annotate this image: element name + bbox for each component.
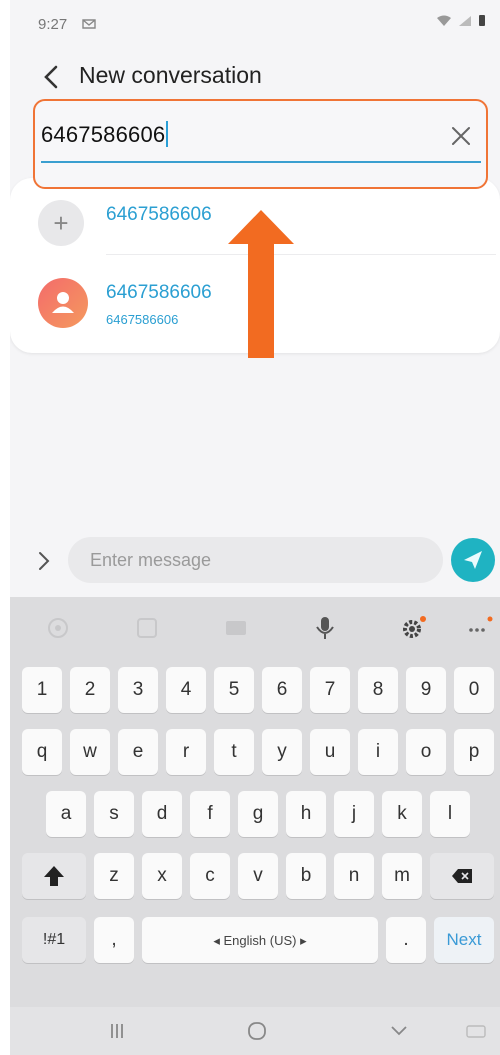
settings-gear-icon[interactable]: [398, 613, 428, 643]
send-button[interactable]: [451, 538, 495, 582]
key-s[interactable]: s: [94, 791, 134, 837]
key-4[interactable]: 4: [166, 667, 206, 713]
key-w[interactable]: w: [70, 729, 110, 775]
space-key[interactable]: ◂ English (US) ▸: [142, 917, 378, 963]
app-header: New conversation: [10, 56, 500, 100]
key-2[interactable]: 2: [70, 667, 110, 713]
next-key[interactable]: Next: [434, 917, 494, 963]
period-key[interactable]: .: [386, 917, 426, 963]
keyboard: 1 2 3 4 5 6 7 8 9 0 q w e r t y u i o p …: [10, 597, 500, 1055]
key-9[interactable]: 9: [406, 667, 446, 713]
contact-name: 6467586606: [106, 282, 212, 303]
back-arrow-icon[interactable]: [38, 62, 64, 92]
recent-apps-icon[interactable]: [107, 1021, 127, 1041]
send-icon: [464, 551, 482, 569]
microphone-icon[interactable]: [310, 613, 340, 643]
key-q[interactable]: q: [22, 729, 62, 775]
key-1[interactable]: 1: [22, 667, 62, 713]
key-x[interactable]: x: [142, 853, 182, 899]
key-l[interactable]: l: [430, 791, 470, 837]
comma-key[interactable]: ,: [94, 917, 134, 963]
key-j[interactable]: j: [334, 791, 374, 837]
message-input[interactable]: [68, 537, 443, 583]
status-time: 9:27: [38, 16, 68, 33]
contact-avatar: [38, 278, 88, 328]
recipient-field[interactable]: 6467586606: [33, 99, 488, 189]
person-icon: [52, 292, 74, 313]
key-z[interactable]: z: [94, 853, 134, 899]
key-0[interactable]: 0: [454, 667, 494, 713]
contact-number: 6467586606: [106, 312, 179, 327]
key-n[interactable]: n: [334, 853, 374, 899]
annotation-arrow-icon: [228, 210, 294, 358]
key-y[interactable]: y: [262, 729, 302, 775]
shift-arrow-icon: [44, 866, 64, 886]
signal-icon: [459, 15, 471, 26]
wifi-icon: [437, 15, 451, 26]
key-h[interactable]: h: [286, 791, 326, 837]
key-a[interactable]: a: [46, 791, 86, 837]
key-5[interactable]: 5: [214, 667, 254, 713]
backspace-key[interactable]: [430, 853, 494, 899]
gif-icon[interactable]: [221, 613, 251, 643]
key-u[interactable]: u: [310, 729, 350, 775]
key-b[interactable]: b: [286, 853, 326, 899]
emoji-icon[interactable]: [43, 613, 73, 643]
key-d[interactable]: d: [142, 791, 182, 837]
key-t[interactable]: t: [214, 729, 254, 775]
shift-key[interactable]: [22, 853, 86, 899]
key-o[interactable]: o: [406, 729, 446, 775]
keyboard-switch-icon[interactable]: [465, 1022, 487, 1040]
page-title: New conversation: [79, 62, 262, 88]
key-c[interactable]: c: [190, 853, 230, 899]
expand-chevron-icon[interactable]: [36, 549, 52, 573]
key-g[interactable]: g: [238, 791, 278, 837]
mail-notification-icon: [82, 19, 96, 29]
system-navigation-bar: [10, 1007, 500, 1055]
battery-icon: [479, 15, 485, 26]
key-p[interactable]: p: [454, 729, 494, 775]
phone-screen: 9:27 New conversation + 6467586606 64675…: [10, 0, 500, 1055]
language-label: ◂ English (US) ▸: [213, 933, 307, 948]
hide-keyboard-icon[interactable]: [388, 1022, 410, 1040]
more-options-icon[interactable]: [465, 613, 495, 643]
key-3[interactable]: 3: [118, 667, 158, 713]
key-6[interactable]: 6: [262, 667, 302, 713]
key-7[interactable]: 7: [310, 667, 350, 713]
key-k[interactable]: k: [382, 791, 422, 837]
key-e[interactable]: e: [118, 729, 158, 775]
key-f[interactable]: f: [190, 791, 230, 837]
sticker-icon[interactable]: [132, 613, 162, 643]
status-bar: 9:27: [10, 0, 500, 48]
text-cursor: [166, 121, 169, 147]
recipient-input[interactable]: 6467586606: [41, 121, 169, 148]
key-m[interactable]: m: [382, 853, 422, 899]
symbols-key[interactable]: !#1: [22, 917, 86, 963]
key-r[interactable]: r: [166, 729, 206, 775]
key-8[interactable]: 8: [358, 667, 398, 713]
status-icons: [436, 14, 486, 27]
compose-bar: [10, 535, 500, 587]
input-underline: [41, 161, 481, 163]
home-icon[interactable]: [246, 1020, 268, 1042]
clear-icon[interactable]: [448, 123, 474, 149]
backspace-icon: [452, 869, 472, 883]
divider: [106, 254, 496, 255]
key-v[interactable]: v: [238, 853, 278, 899]
key-i[interactable]: i: [358, 729, 398, 775]
